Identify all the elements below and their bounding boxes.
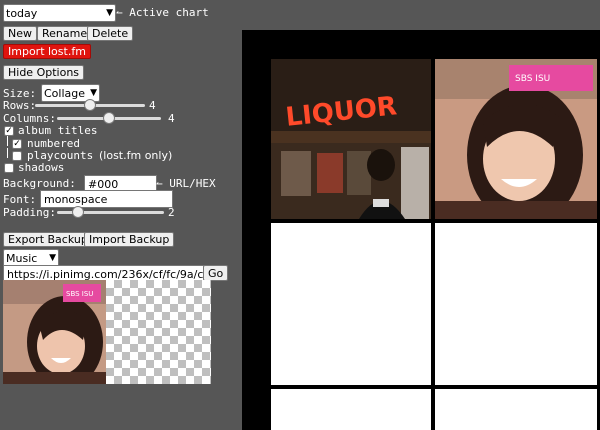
rows-label: Rows: [3, 99, 37, 112]
padding-slider[interactable] [57, 206, 164, 218]
girl-laughing-image: SBS ISU [435, 59, 597, 219]
size-select-value: Collage [44, 86, 86, 100]
tree-line [7, 148, 8, 158]
active-chart-label: ↼ Active chart [116, 6, 209, 19]
album-titles-label: album titles [18, 124, 98, 137]
chevron-down-icon: ▼ [106, 8, 113, 18]
collage-canvas: LIQUOR SBS ISU [242, 30, 600, 430]
tree-line [7, 136, 8, 146]
search-result-image[interactable]: SBS ISU [3, 280, 106, 384]
padding-value: 2 [168, 206, 175, 219]
columns-value: 4 [168, 112, 175, 125]
padding-slider-thumb[interactable] [72, 206, 85, 218]
svg-text:SBS ISU: SBS ISU [66, 290, 93, 298]
columns-slider[interactable] [57, 112, 161, 124]
numbered-checkbox[interactable]: ✓ [12, 139, 22, 149]
import-backup-button[interactable]: Import Backup [84, 232, 175, 247]
check-icon: ✓ [5, 126, 13, 136]
delete-button[interactable]: Delete [87, 26, 134, 41]
chevron-down-icon: ▼ [90, 88, 97, 98]
rows-slider[interactable] [35, 99, 145, 111]
search-result-empty[interactable] [106, 280, 211, 384]
tv-logo-text: SBS ISU [515, 74, 550, 84]
playcounts-checkbox[interactable] [12, 151, 22, 161]
category-select-value: Music [6, 251, 38, 265]
hide-options-button[interactable]: Hide Options [3, 65, 85, 80]
album-titles-checkbox[interactable]: ✓ [4, 126, 14, 136]
check-icon: ✓ [13, 139, 21, 149]
girl-laughing-thumbnail: SBS ISU [3, 280, 106, 384]
import-lastfm-button[interactable]: Import lost.fm [3, 44, 91, 59]
collage-tile-4[interactable] [435, 223, 597, 385]
padding-label: Padding: [3, 206, 56, 219]
background-label: Background: [3, 177, 76, 190]
go-button[interactable]: Go [203, 265, 229, 281]
rename-button[interactable]: Rename [37, 26, 93, 41]
export-backup-button[interactable]: Export Backup [3, 232, 93, 247]
chevron-down-icon: ▼ [49, 253, 56, 263]
collage-tile-6[interactable] [435, 389, 597, 430]
playcounts-suffix: (lost.fm only) [99, 149, 173, 162]
background-hint: ↼ URL/HEX [156, 177, 216, 190]
font-input-value: monospace [44, 192, 108, 206]
collage-tile-2[interactable]: SBS ISU [435, 59, 597, 219]
new-button[interactable]: New [3, 26, 37, 41]
shadows-label: shadows [18, 161, 65, 174]
collage-tile-1[interactable]: LIQUOR [271, 59, 431, 219]
chart-select-value: today [6, 6, 38, 20]
background-input-value: #000 [88, 177, 119, 191]
font-label: Font: [3, 193, 37, 206]
collage-tile-5[interactable] [271, 389, 431, 430]
collage-tile-3[interactable] [271, 223, 431, 385]
chart-select[interactable]: today ▼ [3, 4, 116, 22]
image-url-value: https://i.pinimg.com/236x/cf/fc/9a/cffc [7, 267, 209, 281]
liquor-store-image: LIQUOR [271, 59, 431, 219]
columns-slider-thumb[interactable] [103, 112, 115, 124]
shadows-checkbox[interactable] [4, 163, 14, 173]
rows-value: 4 [149, 99, 156, 112]
rows-slider-thumb[interactable] [84, 99, 96, 111]
